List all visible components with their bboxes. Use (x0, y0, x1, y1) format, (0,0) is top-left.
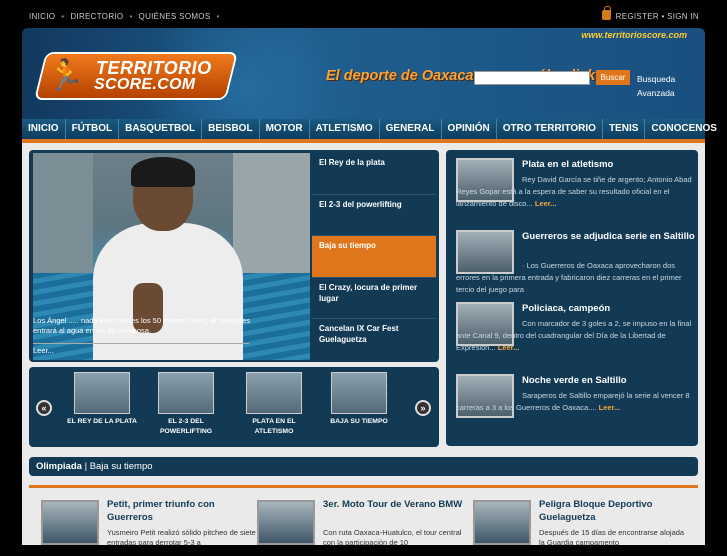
news-title[interactable]: Noche verde en Saltillo (522, 374, 697, 387)
featured-caption: Los Ángel ..... nada este martes los 50 … (33, 316, 263, 355)
news-title[interactable]: Peligra Bloque Deportivo Guelaguetza (539, 498, 689, 524)
featured-item[interactable]: Cancelan IX Car Fest Guelaguetza (312, 319, 436, 361)
bottom-news-item[interactable]: Petit, primer triunfo con Guerreros Yusm… (41, 496, 256, 556)
read-more-link[interactable]: Leer... (535, 199, 557, 208)
news-title[interactable]: Petit, primer triunfo con Guerreros (107, 498, 257, 524)
carousel-label: EL REY DE LA PLATA (67, 418, 137, 425)
photo-bg (33, 153, 93, 273)
sidebar-news-item[interactable]: Policiaca, campeón Con marcador de 3 gol… (456, 302, 694, 372)
news-text-body: · Los Guerreros de Oaxaca aprovecharon d… (456, 261, 682, 294)
nav-motor[interactable]: MOTOR (260, 119, 310, 139)
carousel-next-icon[interactable]: » (415, 400, 431, 416)
carousel-thumb (246, 372, 302, 414)
photo-bg-2 (233, 153, 310, 273)
bottom-news-item[interactable]: Peligra Bloque Deportivo Guelaguetza Des… (473, 496, 684, 556)
nav-atletismo[interactable]: ATLETISMO (310, 119, 380, 139)
news-text: Con ruta Oaxaca-Huatulco, el tour centra… (323, 528, 462, 547)
news-title[interactable]: Plata en el atletismo (522, 158, 697, 171)
caption-divider (33, 343, 249, 344)
news-text: Con marcador de 3 goles a 2, se impuso e… (456, 318, 696, 354)
carousel-item[interactable]: EL REY DE LA PLATA (65, 372, 139, 427)
nav-otro-territorio[interactable]: OTRO TERRITORIO (497, 119, 603, 139)
section-name[interactable]: Olimpiada (36, 461, 82, 472)
news-text-body: Rey David García se tiñe de argento; Ant… (456, 175, 692, 208)
read-more-link[interactable]: Leer... (498, 343, 520, 352)
featured-item[interactable]: El Rey de la plata (312, 153, 436, 195)
carousel-label: PLATA EN EL ATLETISMO (252, 418, 296, 435)
caption-text: Los Ángel ..... nada este martes los 50 … (33, 316, 251, 335)
news-text: Saraperos de Saltillo emparejó la serie … (456, 390, 696, 414)
featured-item[interactable]: El Crazy, locura de primer lugar (312, 278, 436, 319)
news-text-body: Con marcador de 3 goles a 2, se impuso e… (456, 319, 692, 352)
news-text-body: Saraperos de Saltillo emparejó la serie … (456, 391, 690, 412)
top-bar: INICIO • DIRECTORIO • QUIÉNES SOMOS • REGIS… (0, 0, 727, 28)
sidebar-news-item[interactable]: Guerreros se adjudica serie en Saltillo … (456, 230, 697, 300)
read-more-link[interactable]: Leer... (599, 403, 621, 412)
advanced-search-link[interactable]: Busqueda Avanzada (637, 72, 697, 100)
nav-beisbol[interactable]: BEISBOL (202, 119, 260, 139)
site-url: www.territorioscore.com (581, 30, 687, 40)
separator: • (129, 12, 133, 21)
news-thumb (41, 500, 99, 545)
news-text: · Los Guerreros de Oaxaca aprovecharon d… (456, 260, 696, 296)
nav-futbol[interactable]: FÚTBOL (66, 119, 120, 139)
carousel-thumb (158, 372, 214, 414)
sidebar-news-item[interactable]: Noche verde en Saltillo Saraperos de Sal… (456, 374, 694, 444)
top-nav-inicio[interactable]: INICIO (29, 12, 55, 21)
featured-list: El Rey de la plata El 2-3 del powerlifti… (312, 153, 436, 361)
nav-inicio[interactable]: INICIO (22, 119, 66, 139)
nav-conocenos[interactable]: CONOCENOS (645, 119, 723, 139)
carousel-thumb (331, 372, 387, 414)
lock-icon (601, 6, 611, 20)
photo-person (93, 223, 243, 360)
section-sub[interactable]: Baja su tiempo (90, 461, 153, 472)
section-underline (29, 485, 698, 488)
news-thumb (257, 500, 315, 545)
photo-hair (131, 157, 195, 187)
bottom-news-item[interactable]: 3er. Moto Tour de Verano BMW Con ruta Oa… (257, 496, 467, 556)
carousel-item[interactable]: EL 2-3 DEL POWERLIFTING (149, 372, 223, 437)
main-nav: INICIO FÚTBOL BASQUETBOL BEISBOL MOTOR A… (22, 119, 717, 139)
login-area: REGISTER • SIGN IN (601, 6, 699, 21)
separator: • (216, 12, 220, 21)
runner-logo-icon: 🏃 (47, 59, 85, 92)
news-title[interactable]: Policiaca, campeón (522, 302, 697, 315)
news-text: Rey David García se tiñe de argento; Ant… (456, 174, 696, 210)
register-signin-link[interactable]: REGISTER • SIGN IN (616, 12, 699, 21)
news-text: Después de 15 días de encontrarse alojad… (539, 528, 685, 547)
sidebar-news-item[interactable]: Plata en el atletismo Rey David García s… (456, 158, 694, 228)
nav-tenis[interactable]: TENIS (603, 119, 646, 139)
carousel-item[interactable]: PLATA EN EL ATLETISMO (237, 372, 311, 437)
top-nav-directorio[interactable]: DIRECTORIO (70, 12, 123, 21)
news-text: Yusmeiro Petit realizó sólido pitcheo de… (107, 528, 256, 547)
section-bar: Olimpiada | Baja su tiempo (29, 457, 698, 476)
featured-item[interactable]: El 2-3 del powerlifting (312, 195, 436, 236)
carousel-item[interactable]: BAJA SU TIEMPO (322, 372, 396, 427)
read-more-link[interactable]: Leer... (33, 346, 54, 356)
carousel-thumb (74, 372, 130, 414)
carousel-label: EL 2-3 DEL POWERLIFTING (159, 418, 213, 435)
carousel-label: BAJA SU TIEMPO (330, 418, 388, 425)
nav-opinion[interactable]: OPINIÓN (442, 119, 497, 139)
nav-basquetbol[interactable]: BASQUETBOL (119, 119, 203, 139)
news-title[interactable]: Guerreros se adjudica serie en Saltillo (522, 230, 697, 243)
search-button[interactable]: Buscar (596, 70, 630, 85)
top-nav-quienes-somos[interactable]: QUIÉNES SOMOS (139, 12, 211, 21)
featured-item-active[interactable]: Baja su tiempo (312, 236, 436, 278)
top-nav: INICIO • DIRECTORIO • QUIÉNES SOMOS • (29, 12, 220, 21)
news-thumb (473, 500, 531, 545)
carousel-prev-icon[interactable]: « (36, 400, 52, 416)
news-title[interactable]: 3er. Moto Tour de Verano BMW (323, 498, 473, 511)
search-input[interactable] (474, 71, 590, 85)
logo-text-2[interactable]: SCORE.COM (94, 76, 195, 94)
nav-general[interactable]: GENERAL (380, 119, 442, 139)
separator: • (61, 12, 65, 21)
